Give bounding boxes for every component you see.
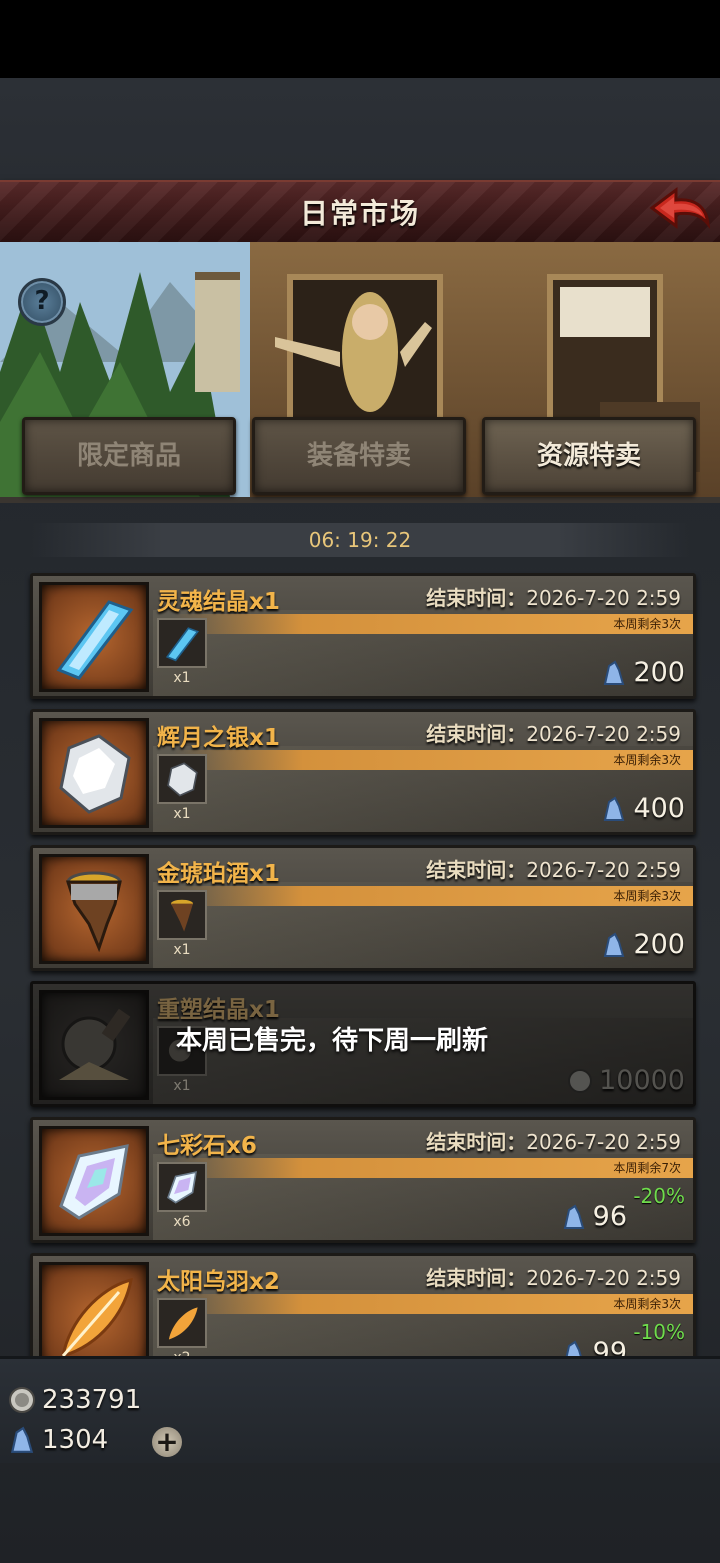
- list-item[interactable]: 太阳乌羽x2 结束时间：2026-7-20 2:59 本周剩余3次 x2 -10…: [30, 1253, 696, 1356]
- price-button: 10000: [567, 1065, 685, 1096]
- crystal-currency-icon: [563, 1204, 584, 1229]
- silver-balance: 233791: [8, 1385, 141, 1415]
- help-icon[interactable]: ?: [18, 278, 66, 326]
- price-button[interactable]: 400: [601, 793, 685, 824]
- price-button[interactable]: 96: [561, 1201, 627, 1232]
- end-time-value: 2026-7-20 2:59: [526, 722, 681, 746]
- end-time-label: 结束时间：: [426, 1130, 527, 1154]
- weekly-limit: 本周剩余3次: [173, 750, 693, 770]
- silver-ore-icon: [157, 754, 207, 804]
- sun-feather-icon: [157, 1298, 207, 1348]
- end-time-value: 2026-7-20 2:59: [526, 1130, 681, 1154]
- end-time-label: 结束时间：: [426, 858, 527, 882]
- price-value: 400: [633, 793, 685, 824]
- header-bar: 日常市场: [0, 180, 720, 247]
- reshape-crystal-icon: [39, 990, 149, 1100]
- list-item[interactable]: 辉月之银x1 结束时间：2026-7-20 2:59 本周剩余3次 x1 400: [30, 709, 696, 835]
- silver-coin-icon: [568, 1068, 593, 1093]
- item-name: 七彩石x6: [157, 1133, 257, 1159]
- item-qty: x1: [173, 1078, 191, 1094]
- silver-ore-icon: [39, 718, 149, 828]
- sun-feather-icon: [39, 1262, 149, 1356]
- end-time-value: 2026-7-20 2:59: [526, 1266, 681, 1290]
- price-button[interactable]: 99: [561, 1337, 627, 1356]
- weekly-limit: 本周剩余3次: [173, 886, 693, 906]
- discount-badge: -20%: [633, 1184, 685, 1208]
- list-item[interactable]: 七彩石x6 结束时间：2026-7-20 2:59 本周剩余7次 x6 -20%…: [30, 1117, 696, 1243]
- end-time: 结束时间：2026-7-20 2:59: [426, 854, 681, 883]
- silver-coin-icon: [9, 1387, 35, 1413]
- price-value: 99: [592, 1337, 627, 1356]
- sold-out-notice: 本周已售完，待下周一刷新: [176, 1026, 489, 1056]
- weekly-limit: 本周剩余3次: [173, 614, 693, 634]
- price-button[interactable]: 200: [601, 657, 685, 688]
- add-crystal-button[interactable]: +: [152, 1427, 182, 1457]
- item-name: 重塑结晶x1: [157, 997, 280, 1023]
- crystal-amount: 1304: [42, 1425, 109, 1455]
- item-name: 太阳乌羽x2: [157, 1269, 280, 1295]
- refresh-timer: 06: 19: 22: [30, 523, 690, 557]
- end-time-label: 结束时间：: [426, 586, 527, 610]
- item-qty: x6: [173, 1214, 191, 1230]
- item-qty: x1: [173, 942, 191, 958]
- price-value: 200: [633, 929, 685, 960]
- discount-badge: -10%: [633, 1320, 685, 1344]
- end-time-value: 2026-7-20 2:59: [526, 858, 681, 882]
- crystal-currency-icon: [565, 1340, 582, 1356]
- item-qty: x1: [173, 670, 191, 686]
- end-time: 结束时间：2026-7-20 2:59: [426, 1262, 681, 1291]
- item-list[interactable]: 灵魂结晶x1 结束时间：2026-7-20 2:59 本周剩余3次 x1 200…: [0, 570, 720, 1356]
- rainbow-stone-icon: [39, 1126, 149, 1236]
- end-time: 结束时间：2026-7-20 2:59: [426, 718, 681, 747]
- tab-equipment-sale[interactable]: 装备特卖: [252, 417, 466, 495]
- price-value: 10000: [599, 1065, 685, 1096]
- crystal-currency-icon: [10, 1426, 34, 1453]
- list-item[interactable]: 金琥珀酒x1 结束时间：2026-7-20 2:59 本周剩余3次 x1 200: [30, 845, 696, 971]
- end-time-value: 2026-7-20 2:59: [526, 586, 681, 610]
- price-value: 96: [592, 1201, 627, 1232]
- crystal-currency-icon: [604, 660, 625, 685]
- item-qty: x1: [173, 806, 191, 822]
- crystal-balance: 1304: [8, 1425, 108, 1455]
- end-time-label: 结束时间：: [426, 722, 527, 746]
- amber-horn-icon: [39, 854, 149, 964]
- price-button[interactable]: 200: [601, 929, 685, 960]
- item-name: 灵魂结晶x1: [157, 589, 280, 615]
- end-time: 结束时间：2026-7-20 2:59: [426, 1126, 681, 1155]
- blue-crystal-icon: [157, 618, 207, 668]
- page-title: 日常市场: [299, 197, 420, 230]
- item-name: 金琥珀酒x1: [157, 861, 280, 887]
- rainbow-stone-icon: [157, 1162, 207, 1212]
- end-time: 结束时间：2026-7-20 2:59: [426, 582, 681, 611]
- end-time-label: 结束时间：: [426, 1266, 527, 1290]
- tab-limited-goods[interactable]: 限定商品: [22, 417, 236, 495]
- blue-crystal-icon: [39, 582, 149, 692]
- price-value: 200: [633, 657, 685, 688]
- back-arrow-icon[interactable]: [646, 184, 712, 238]
- weekly-limit: 本周剩余3次: [173, 1294, 693, 1314]
- amber-horn-icon: [157, 890, 207, 940]
- crystal-currency-icon: [604, 796, 625, 821]
- item-qty: x2: [157, 1350, 207, 1356]
- silver-amount: 233791: [42, 1385, 142, 1415]
- item-name: 辉月之银x1: [157, 725, 280, 751]
- crystal-currency-icon: [604, 932, 625, 957]
- list-item[interactable]: 灵魂结晶x1 结束时间：2026-7-20 2:59 本周剩余3次 x1 200: [30, 573, 696, 699]
- tab-resource-sale[interactable]: 资源特卖: [482, 417, 696, 495]
- weekly-limit: 本周剩余7次: [173, 1158, 693, 1178]
- resource-panel: 233791 1304 +: [0, 1356, 720, 1463]
